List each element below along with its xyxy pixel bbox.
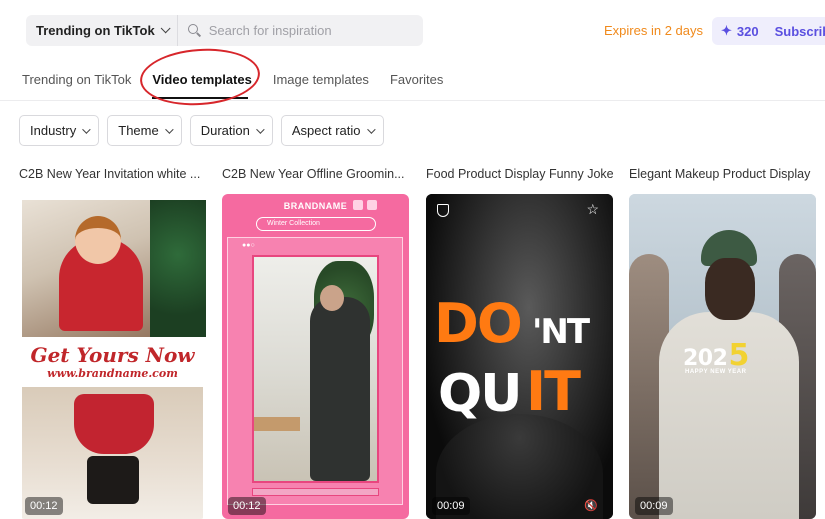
phone-frame: ●●○	[227, 237, 403, 505]
girl-boots	[87, 456, 139, 504]
duration-badge: 00:09	[635, 497, 673, 515]
active-tab-indicator	[152, 97, 248, 99]
duration-badge: 00:12	[228, 497, 266, 515]
card-title[interactable]: Food Product Display Funny Joke	[426, 167, 616, 181]
overlay-word: IT	[526, 360, 581, 423]
overlay-word: DO	[434, 292, 523, 355]
credits-count: 320	[736, 23, 759, 39]
tab-favorites[interactable]: Favorites	[390, 72, 443, 87]
source-dropdown-label: Trending on TikTok	[36, 23, 155, 38]
tab-image-templates[interactable]: Image templates	[273, 72, 369, 87]
person-figure	[310, 297, 370, 481]
year-prefix: 202	[683, 346, 728, 371]
filter-duration[interactable]: Duration	[189, 115, 273, 146]
search-input[interactable]	[208, 23, 423, 38]
filter-aspect-ratio[interactable]: Aspect ratio	[280, 115, 384, 146]
star-icon[interactable]: ☆	[586, 201, 599, 218]
mock-bar	[252, 488, 379, 496]
overlay-word: QU	[438, 364, 522, 424]
source-dropdown[interactable]: Trending on TikTok	[26, 15, 178, 46]
card-title[interactable]: Elegant Makeup Product Display	[629, 167, 819, 181]
chevron-down-icon	[366, 124, 376, 134]
template-card-offline-grooming[interactable]: BRANDNAME Winter Collection ●●○ 00:12	[222, 194, 409, 519]
chevron-down-icon	[256, 124, 265, 134]
brand-name: BRANDNAME	[283, 201, 348, 211]
person-face	[320, 285, 344, 311]
promo-banner: Get Yours Now www.brandname.com	[22, 337, 203, 387]
promo-url: www.brandname.com	[47, 367, 178, 380]
filter-label: Theme	[118, 123, 159, 138]
mock-search-pill: Winter Collection	[256, 217, 376, 231]
filter-label: Duration	[200, 123, 250, 138]
header-icons	[349, 200, 377, 210]
promo-headline: Get Yours Now	[30, 343, 195, 367]
template-card-elegant-makeup[interactable]: 2025 HAPPY NEW YEAR 00:09	[629, 194, 816, 519]
person-face	[705, 258, 755, 320]
filter-industry[interactable]: Industry	[19, 115, 100, 146]
filter-bar: Industry Theme Duration Aspect ratio	[19, 115, 392, 146]
chevron-down-icon	[160, 23, 171, 34]
christmas-tree	[150, 200, 206, 337]
tab-trending-on-tiktok[interactable]: Trending on TikTok	[22, 72, 131, 87]
card-title[interactable]: C2B New Year Invitation white ...	[19, 167, 209, 181]
dots-icon: ●●○	[242, 242, 255, 249]
overlay-word: 'NT	[532, 312, 590, 352]
template-card-food-product-display[interactable]: DO 'NT QU IT ☆ 🔇 00:09	[426, 194, 613, 519]
brand-header: BRANDNAME	[222, 194, 409, 218]
search-bar: Trending on TikTok	[26, 15, 423, 46]
table	[254, 417, 300, 431]
girl-skirt	[74, 394, 154, 454]
year-overlay: 2025	[683, 338, 749, 373]
girl-head	[75, 216, 121, 264]
tab-video-templates[interactable]: Video templates	[152, 72, 251, 87]
chevron-down-icon	[82, 124, 91, 134]
filter-label: Aspect ratio	[291, 123, 361, 138]
card-title[interactable]: C2B New Year Offline Groomin...	[222, 167, 412, 181]
tabs-divider	[0, 100, 825, 101]
thumbnail-photo	[252, 255, 379, 483]
chevron-down-icon	[164, 124, 174, 134]
template-card-new-year-invitation[interactable]: Get Yours Now www.brandname.com 00:12	[19, 194, 206, 519]
mute-icon[interactable]: 🔇	[584, 499, 598, 512]
shield-icon[interactable]	[437, 204, 449, 217]
duration-badge: 00:12	[25, 497, 63, 515]
expiry-notice[interactable]: Expires in 2 days	[604, 23, 703, 38]
duration-badge: 00:09	[432, 497, 470, 515]
filter-theme[interactable]: Theme	[107, 115, 182, 146]
search-icon	[187, 24, 201, 37]
search-box	[178, 15, 423, 46]
tab-bar: Trending on TikTok Video templates Image…	[22, 72, 464, 87]
sparkle-icon: ✦	[721, 23, 732, 38]
overlay-subtitle: HAPPY NEW YEAR	[685, 369, 747, 375]
subscribe-label: Subscrib	[774, 23, 825, 39]
credits-subscribe-button[interactable]: ✦ 320 Subscrib	[712, 17, 825, 45]
filter-label: Industry	[30, 123, 77, 138]
year-last-digit: 5	[728, 338, 749, 373]
